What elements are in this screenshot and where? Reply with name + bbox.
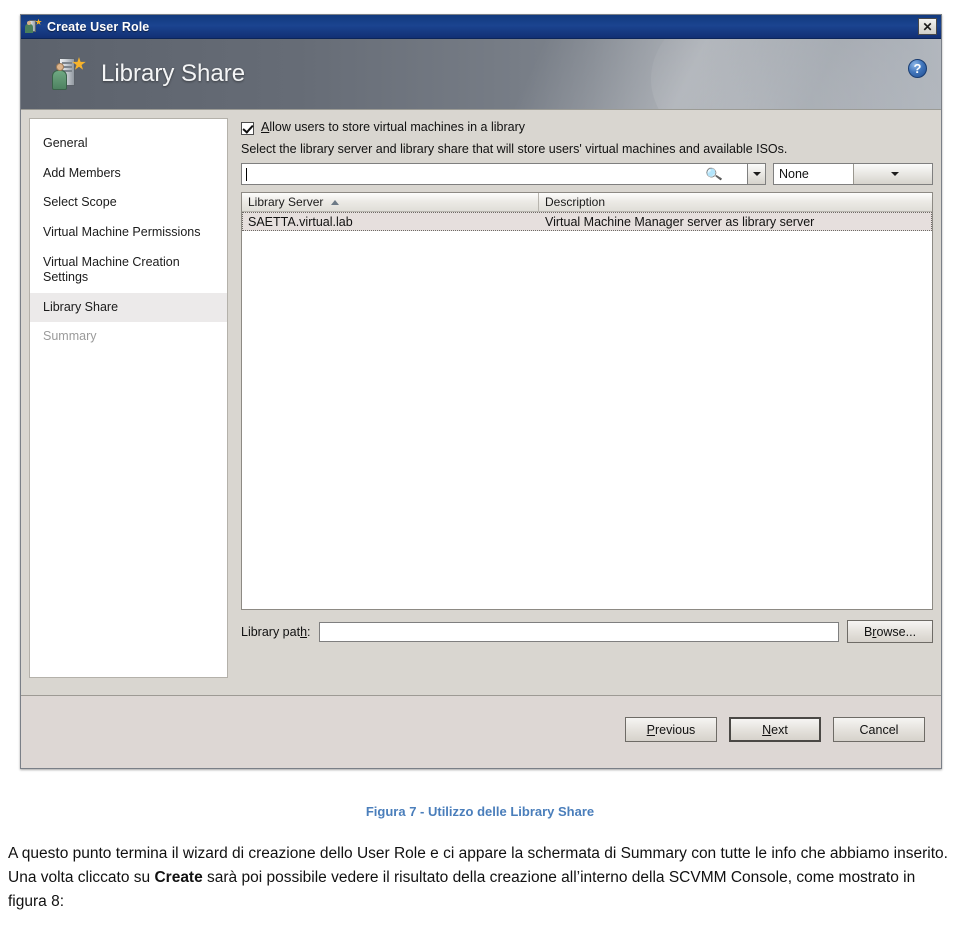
browse-label-post: owse... [876, 624, 917, 639]
filter-selected-value: None [779, 167, 809, 181]
filter-dropdown-button[interactable] [852, 164, 932, 184]
column-header-library-server-label: Library Server [248, 195, 324, 209]
window-title-bar: Create User Role ✕ [21, 15, 941, 39]
library-path-label: Library path: [241, 625, 311, 639]
cell-library-server: SAETTA.virtual.lab [248, 214, 353, 229]
previous-button[interactable]: Previous [625, 717, 717, 742]
library-server-icon [51, 56, 86, 92]
sidebar-item-virtual-machine-permissions[interactable]: Virtual Machine Permissions [30, 218, 227, 248]
library-server-table: Library Server Description SAETTA.virtua… [241, 192, 933, 610]
sort-ascending-icon [331, 199, 340, 205]
allow-store-vms-row: Allow users to store virtual machines in… [241, 120, 933, 135]
magnifier-icon[interactable]: 🔍 [705, 166, 724, 184]
browse-label-pre: B [863, 624, 873, 639]
create-user-role-window: Create User Role ✕ Library Share ? Gener… [20, 14, 942, 769]
table-header-row: Library Server Description [242, 193, 932, 212]
wizard-footer: Previous Next Cancel [21, 696, 941, 768]
sidebar-item-add-members[interactable]: Add Members [30, 159, 227, 189]
wizard-body: General Add Members Select Scope Virtual… [21, 110, 941, 768]
accesskey-n: N [762, 722, 772, 737]
allow-store-vms-checkbox[interactable] [241, 122, 254, 135]
accesskey-h: h [300, 624, 308, 639]
cancel-button[interactable]: Cancel [833, 717, 925, 742]
chevron-down-icon [891, 172, 900, 176]
sidebar-item-general[interactable]: General [30, 129, 227, 159]
previous-label: revious [655, 722, 696, 737]
column-header-library-server[interactable]: Library Server [242, 193, 539, 212]
chevron-down-icon [752, 172, 761, 176]
sidebar-item-virtual-machine-creation-settings[interactable]: Virtual Machine Creation Settings [30, 248, 215, 293]
library-path-label-post: : [307, 624, 311, 639]
paragraph-bold-create: Create [154, 869, 203, 887]
figure-caption: Figura 7 - Utilizzo delle Library Share [365, 804, 595, 819]
library-path-label-pre: Library pat [241, 624, 301, 639]
user-role-icon [25, 18, 42, 35]
text-caret [246, 167, 247, 181]
accesskey-p: P [646, 722, 656, 737]
sidebar-item-select-scope[interactable]: Select Scope [30, 188, 227, 218]
wizard-banner: Library Share ? [21, 39, 941, 110]
next-button[interactable]: Next [729, 717, 821, 742]
column-header-description-label: Description [545, 195, 606, 209]
library-server-search-row: 🔍 None [241, 163, 933, 185]
wizard-step-list: General Add Members Select Scope Virtual… [29, 118, 228, 678]
help-icon[interactable]: ? [908, 59, 927, 78]
sidebar-item-summary: Summary [43, 329, 97, 344]
body-paragraph: A questo punto termina il wizard di crea… [8, 842, 950, 915]
search-dropdown-button[interactable] [747, 163, 766, 185]
column-header-description[interactable]: Description [539, 193, 932, 212]
page-title: Library Share [101, 60, 246, 87]
library-share-pane: Allow users to store virtual machines in… [239, 118, 933, 678]
library-path-input[interactable] [318, 621, 839, 642]
cell-description: Virtual Machine Manager server as librar… [545, 214, 815, 229]
next-label: ext [771, 722, 788, 737]
browse-button[interactable]: Br owse... [847, 620, 933, 643]
window-title: Create User Role [47, 19, 150, 34]
sidebar-item-library-share[interactable]: Library Share [30, 292, 227, 323]
close-button[interactable]: ✕ [918, 18, 937, 35]
table-row[interactable]: SAETTA.virtual.lab Virtual Machine Manag… [242, 212, 932, 231]
library-path-row: Library path: Br owse... [241, 620, 933, 643]
allow-store-vms-label: Allow users to store virtual machines in… [261, 120, 525, 134]
pane-description: Select the library server and library sh… [241, 142, 788, 156]
allow-store-vms-label-rest: llow users to store virtual machines in … [269, 120, 525, 134]
library-server-search-input[interactable]: 🔍 [241, 163, 748, 185]
library-share-filter-select[interactable]: None [773, 163, 933, 185]
